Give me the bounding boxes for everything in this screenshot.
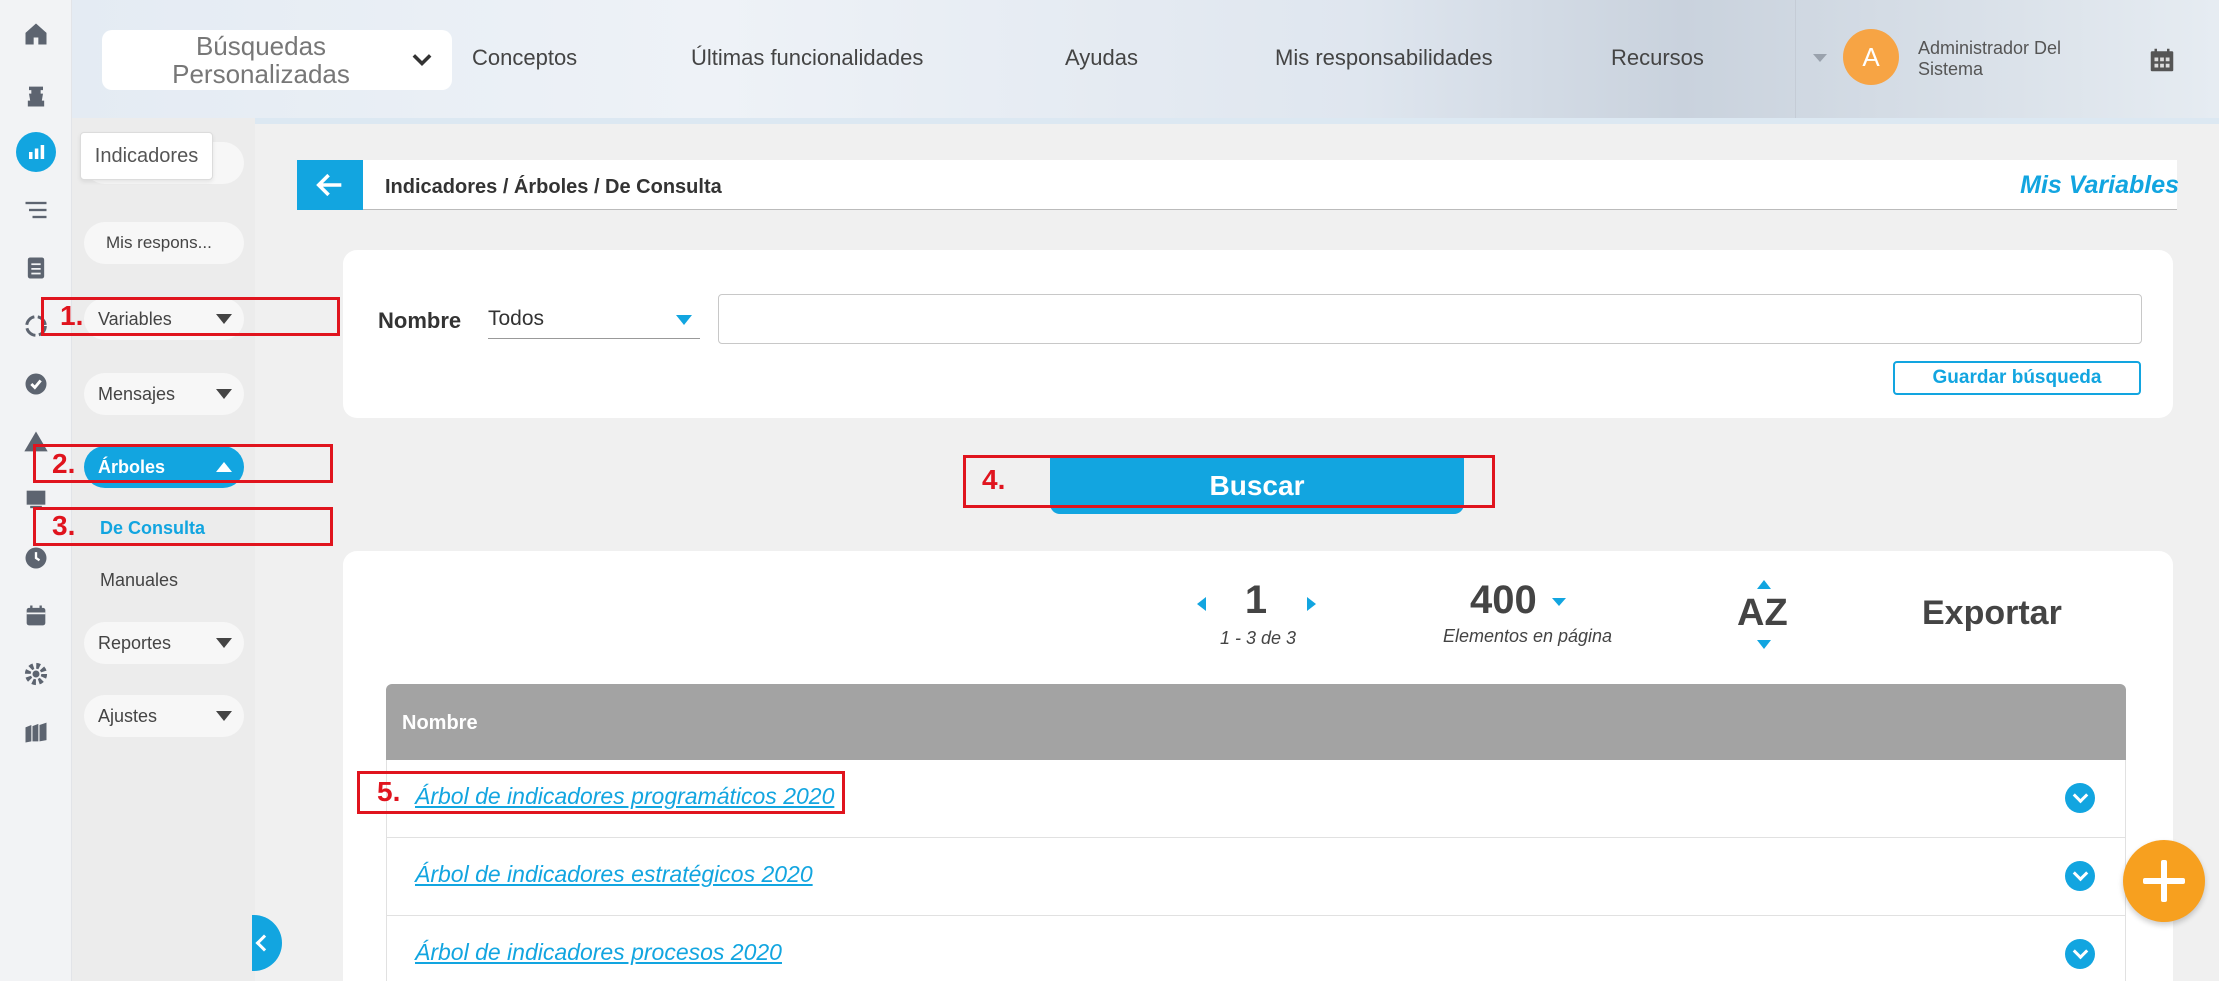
header-divider (1795, 0, 1796, 118)
column-header-nombre[interactable]: Nombre (402, 712, 478, 735)
gear-icon[interactable] (16, 654, 56, 694)
nav-ultimas-funcionalidades[interactable]: Últimas funcionalidades (691, 45, 923, 71)
annotation-label-5: 5. (377, 776, 401, 807)
custom-search-dropdown[interactable]: Búsquedas Personalizadas (102, 30, 452, 90)
page-range: 1 - 3 de 3 (1219, 628, 1297, 648)
expand-row-icon[interactable] (2065, 783, 2095, 813)
caret-down-icon (216, 389, 232, 399)
next-page-icon[interactable] (1307, 597, 1316, 611)
section-title: Mis Variables (2020, 171, 2179, 199)
sort-down-icon[interactable] (1757, 640, 1771, 649)
sidebar-subitem-manuales[interactable]: Manuales (100, 570, 178, 591)
custom-search-label: Búsquedas Personalizadas (172, 31, 350, 89)
icon-rail (0, 0, 72, 981)
indicators-icon[interactable] (16, 132, 56, 172)
sidebar-item-reportes[interactable]: Reportes (84, 622, 244, 664)
timeline-icon[interactable] (16, 190, 56, 230)
caret-down-icon (676, 315, 692, 325)
expand-row-icon[interactable] (2065, 861, 2095, 891)
sort-up-icon[interactable] (1757, 580, 1771, 589)
filter-type-select[interactable]: Todos (488, 303, 700, 339)
annotation-label-2: 2. (52, 448, 76, 479)
expand-row-icon[interactable] (2065, 939, 2095, 969)
nav-recursos[interactable]: Recursos (1611, 45, 1704, 71)
prev-page-icon[interactable] (1197, 597, 1206, 611)
sidebar-item-label: Mensajes (98, 383, 176, 404)
caret-down-icon (216, 711, 232, 721)
annotation-label-1: 1. (60, 300, 84, 331)
avatar[interactable]: A (1843, 29, 1899, 85)
add-button[interactable] (2123, 840, 2205, 922)
chevron-down-icon (412, 54, 432, 66)
save-search-button[interactable]: Guardar búsqueda (1893, 361, 2141, 395)
table-header (386, 684, 2126, 760)
annotation-box-3 (33, 507, 333, 546)
caret-down-icon (216, 638, 232, 648)
breadcrumb: Indicadores / Árboles / De Consulta (385, 176, 722, 198)
nav-ayudas[interactable]: Ayudas (1065, 45, 1138, 71)
annotation-box-2 (33, 444, 333, 483)
per-page-caret-icon[interactable] (1552, 598, 1566, 606)
sidebar-item-label: Reportes (98, 632, 172, 653)
sidebar-item-mis-responsabilidades[interactable]: Mis respons... (84, 222, 244, 264)
per-page-label: Elementos en página (1442, 626, 1613, 646)
tree-link[interactable]: Árbol de indicadores estratégicos 2020 (415, 861, 813, 888)
search-input[interactable] (718, 294, 2142, 344)
top-header: Búsquedas Personalizadas Conceptos Últim… (72, 0, 2219, 118)
module-sidebar: Mis respons... Variables Mensajes Árbole… (72, 118, 255, 981)
document-icon[interactable] (16, 248, 56, 288)
library-icon[interactable] (16, 712, 56, 752)
calendar-icon[interactable] (16, 596, 56, 636)
tooltip-indicadores: Indicadores (80, 132, 213, 180)
user-name[interactable]: Administrador Del Sistema (1918, 38, 2098, 80)
back-button[interactable] (297, 160, 363, 210)
tree-link[interactable]: Árbol de indicadores procesos 2020 (415, 939, 782, 966)
nav-mis-responsabilidades[interactable]: Mis responsabilidades (1275, 45, 1493, 71)
sidebar-item-label: Ajustes (98, 705, 158, 726)
filter-label: Nombre (378, 308, 462, 333)
filter-type-value: Todos (488, 307, 545, 330)
recursos-caret-icon[interactable] (1813, 54, 1827, 62)
sort-button[interactable]: AZ (1737, 592, 1788, 635)
sidebar-item-ajustes[interactable]: Ajustes (84, 695, 244, 737)
annotation-label-3: 3. (52, 510, 76, 541)
table-row: Árbol de indicadores estratégicos 2020 (386, 838, 2126, 916)
check-circle-icon[interactable] (16, 364, 56, 404)
calendar-grid-icon[interactable] (2147, 45, 2177, 75)
annotation-label-4: 4. (982, 464, 1006, 495)
sidebar-item-mensajes[interactable]: Mensajes (84, 373, 244, 415)
arrow-left-icon (316, 173, 342, 197)
per-page-select[interactable]: 400 (1470, 578, 1537, 623)
annotation-box-1 (41, 297, 340, 336)
annotation-box-4 (963, 455, 1495, 508)
strategy-icon[interactable] (16, 76, 56, 116)
export-button[interactable]: Exportar (1922, 594, 2062, 633)
header-shadow (255, 118, 2219, 124)
annotation-box-5 (357, 771, 845, 814)
table-row: Árbol de indicadores procesos 2020 (386, 916, 2126, 981)
nav-conceptos[interactable]: Conceptos (472, 45, 577, 71)
home-icon[interactable] (16, 14, 56, 54)
page-number: 1 (1244, 578, 1268, 622)
sidebar-item-label: Mis respons... (106, 233, 212, 252)
